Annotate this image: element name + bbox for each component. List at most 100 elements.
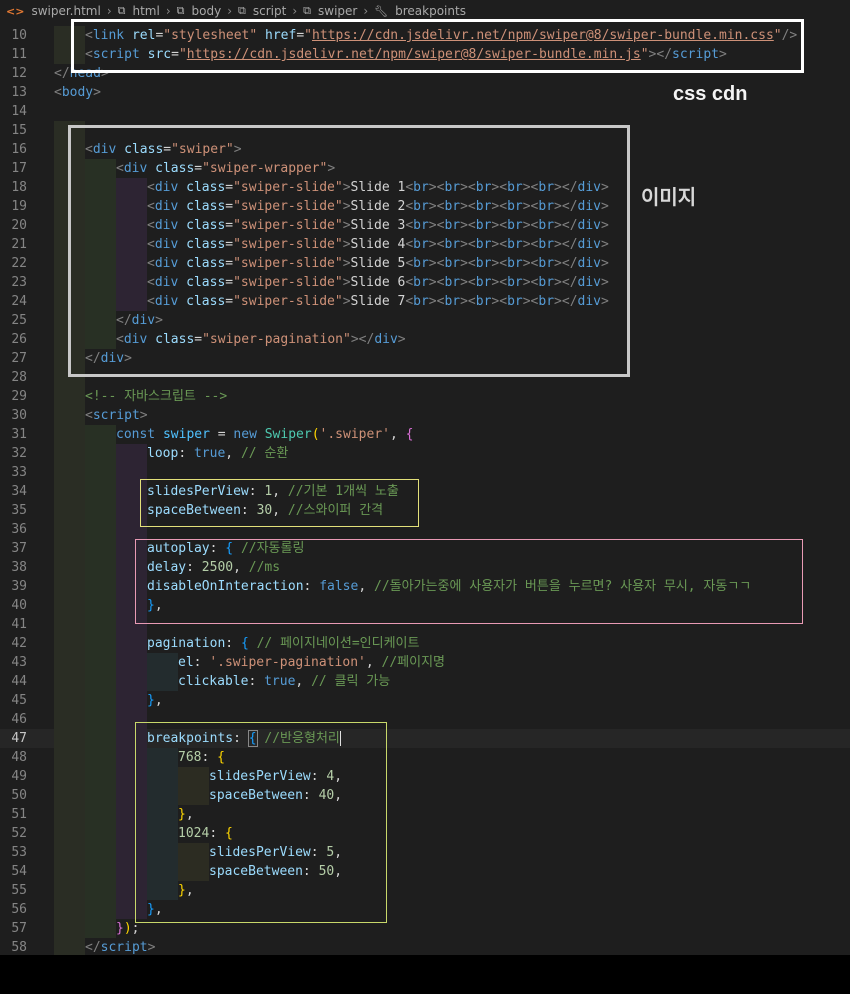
code-editor[interactable]: <> swiper.html › ⧉ html › ⧉ body › ⧉ scr…	[0, 0, 850, 955]
code-text[interactable]: </script>	[85, 938, 155, 955]
code-line[interactable]: 50 spaceBetween: 40,	[0, 786, 850, 805]
code-text[interactable]: },	[147, 691, 163, 710]
code-text[interactable]: autoplay: { //자동롤링	[147, 539, 304, 558]
code-text[interactable]: const swiper = new Swiper('.swiper', {	[116, 425, 413, 444]
code-token: ><	[522, 256, 539, 271]
code-token: br	[538, 294, 555, 309]
code-line[interactable]: 26 <div class="swiper-pagination"></div>	[0, 330, 850, 349]
code-text[interactable]: <div class="swiper-slide">Slide 1<br><br…	[147, 178, 609, 197]
code-text[interactable]: </div>	[116, 311, 163, 330]
code-text[interactable]: <div class="swiper-slide">Slide 6<br><br…	[147, 273, 609, 292]
code-token: </	[85, 351, 101, 366]
code-text[interactable]: <div class="swiper-slide">Slide 2<br><br…	[147, 197, 609, 216]
code-text[interactable]: <div class="swiper">	[85, 140, 242, 159]
code-line[interactable]: 27 </div>	[0, 349, 850, 368]
code-line[interactable]: 57});	[0, 919, 850, 938]
code-line[interactable]: 22 <div class="swiper-slide">Slide 5<br><…	[0, 254, 850, 273]
code-line[interactable]: 45},	[0, 691, 850, 710]
code-line[interactable]: 10 <link rel="stylesheet" href="https://c…	[0, 26, 850, 45]
code-line[interactable]: 19 <div class="swiper-slide">Slide 2<br><…	[0, 197, 850, 216]
breadcrumb-item-breakpoints[interactable]: breakpoints	[395, 4, 466, 18]
code-text[interactable]: clickable: true, // 클릭 가능	[178, 672, 390, 691]
code-line[interactable]: 28	[0, 368, 850, 387]
code-text[interactable]: },	[147, 900, 163, 919]
code-line[interactable]: 36	[0, 520, 850, 539]
code-text[interactable]: </head>	[54, 64, 109, 83]
code-text[interactable]: spaceBetween: 50,	[209, 862, 342, 881]
code-text[interactable]: <div class="swiper-slide">Slide 3<br><br…	[147, 216, 609, 235]
code-line[interactable]: 12 </head>	[0, 64, 850, 83]
code-line[interactable]: 25 </div>	[0, 311, 850, 330]
code-text[interactable]: <link rel="stylesheet" href="https://cdn…	[85, 26, 797, 45]
code-text[interactable]: <div class="swiper-slide">Slide 7<br><br…	[147, 292, 609, 311]
code-line[interactable]: 40},	[0, 596, 850, 615]
code-text[interactable]: <!-- 자바스크립트 -->	[85, 387, 227, 406]
code-line[interactable]: 42 pagination: { // 페이지네이션=인디케이트	[0, 634, 850, 653]
code-line[interactable]: 11 <script src="https://cdn.jsdelivr.net/…	[0, 45, 850, 64]
code-line[interactable]: 35 spaceBetween: 30, //스와이퍼 간격	[0, 501, 850, 520]
code-text[interactable]: breakpoints: { //반응형처리	[147, 729, 341, 748]
breadcrumb-item-html[interactable]: html	[133, 4, 160, 18]
code-text[interactable]: <script>	[85, 406, 148, 425]
code-line[interactable]: 33	[0, 463, 850, 482]
code-line[interactable]: 49 slidesPerView: 4,	[0, 767, 850, 786]
code-line[interactable]: 38 delay: 2500, //ms	[0, 558, 850, 577]
code-line[interactable]: 52 1024: {	[0, 824, 850, 843]
code-text[interactable]: el: '.swiper-pagination', //페이지명	[178, 653, 445, 672]
code-line[interactable]: 56},	[0, 900, 850, 919]
code-line[interactable]: 41	[0, 615, 850, 634]
code-text[interactable]: spaceBetween: 30, //스와이퍼 간격	[147, 501, 383, 520]
breadcrumb-item-body[interactable]: body	[192, 4, 222, 18]
code-line[interactable]: 48 768: {	[0, 748, 850, 767]
code-text[interactable]: <div class="swiper-wrapper">	[116, 159, 335, 178]
code-text[interactable]: slidesPerView: 4,	[209, 767, 342, 786]
code-text[interactable]: },	[147, 596, 163, 615]
code-lines[interactable]: 10 <link rel="stylesheet" href="https://c…	[0, 26, 850, 955]
code-line[interactable]: 43 el: '.swiper-pagination', //페이지명	[0, 653, 850, 672]
code-line[interactable]: 18 <div class="swiper-slide">Slide 1<br><…	[0, 178, 850, 197]
code-line[interactable]: 20 <div class="swiper-slide">Slide 3<br><…	[0, 216, 850, 235]
code-line[interactable]: 15	[0, 121, 850, 140]
code-line[interactable]: 37 autoplay: { //자동롤링	[0, 539, 850, 558]
code-text[interactable]: });	[116, 919, 139, 938]
code-line[interactable]: 24 <div class="swiper-slide">Slide 7<br><…	[0, 292, 850, 311]
code-line[interactable]: 29 <!-- 자바스크립트 -->	[0, 387, 850, 406]
code-text[interactable]: pagination: { // 페이지네이션=인디케이트	[147, 634, 419, 653]
code-line[interactable]: 55},	[0, 881, 850, 900]
code-text[interactable]: slidesPerView: 5,	[209, 843, 342, 862]
code-text[interactable]: <div class="swiper-pagination"></div>	[116, 330, 406, 349]
code-text[interactable]: 1024: {	[178, 824, 233, 843]
code-line[interactable]: 44 clickable: true, // 클릭 가능	[0, 672, 850, 691]
code-text[interactable]: <div class="swiper-slide">Slide 4<br><br…	[147, 235, 609, 254]
code-line[interactable]: 54 spaceBetween: 50,	[0, 862, 850, 881]
breadcrumb-file[interactable]: swiper.html	[31, 4, 100, 18]
code-text[interactable]: <body>	[54, 83, 101, 102]
code-text[interactable]: disableOnInteraction: false, //돌아가는중에 사용…	[147, 577, 751, 596]
code-line[interactable]: 53 slidesPerView: 5,	[0, 843, 850, 862]
code-line[interactable]: 34 slidesPerView: 1, //기본 1개씩 노출	[0, 482, 850, 501]
code-text[interactable]: },	[178, 805, 194, 824]
code-line[interactable]: 32 loop: true, // 순환	[0, 444, 850, 463]
code-line[interactable]: 39 disableOnInteraction: false, //돌아가는중에 …	[0, 577, 850, 596]
code-line[interactable]: 16 <div class="swiper">	[0, 140, 850, 159]
code-text[interactable]: slidesPerView: 1, //기본 1개씩 노출	[147, 482, 399, 501]
code-line[interactable]: 23 <div class="swiper-slide">Slide 6<br><…	[0, 273, 850, 292]
code-text[interactable]: <script src="https://cdn.jsdelivr.net/np…	[85, 45, 727, 64]
breadcrumb-item-swiper[interactable]: swiper	[318, 4, 357, 18]
code-text[interactable]: 768: {	[178, 748, 225, 767]
code-text[interactable]: },	[178, 881, 194, 900]
code-line[interactable]: 17 <div class="swiper-wrapper">	[0, 159, 850, 178]
code-text[interactable]: </div>	[85, 349, 132, 368]
code-text[interactable]: <div class="swiper-slide">Slide 5<br><br…	[147, 254, 609, 273]
code-text[interactable]: loop: true, // 순환	[147, 444, 288, 463]
code-line[interactable]: 58 </script>	[0, 938, 850, 955]
code-line[interactable]: 30 <script>	[0, 406, 850, 425]
code-line[interactable]: 31 const swiper = new Swiper('.swiper', {	[0, 425, 850, 444]
code-text[interactable]: spaceBetween: 40,	[209, 786, 342, 805]
code-line[interactable]: 46	[0, 710, 850, 729]
code-line[interactable]: 47 breakpoints: { //반응형처리	[0, 729, 850, 748]
code-text[interactable]: delay: 2500, //ms	[147, 558, 280, 577]
code-line[interactable]: 51},	[0, 805, 850, 824]
code-line[interactable]: 21 <div class="swiper-slide">Slide 4<br><…	[0, 235, 850, 254]
breadcrumb-item-script[interactable]: script	[253, 4, 286, 18]
